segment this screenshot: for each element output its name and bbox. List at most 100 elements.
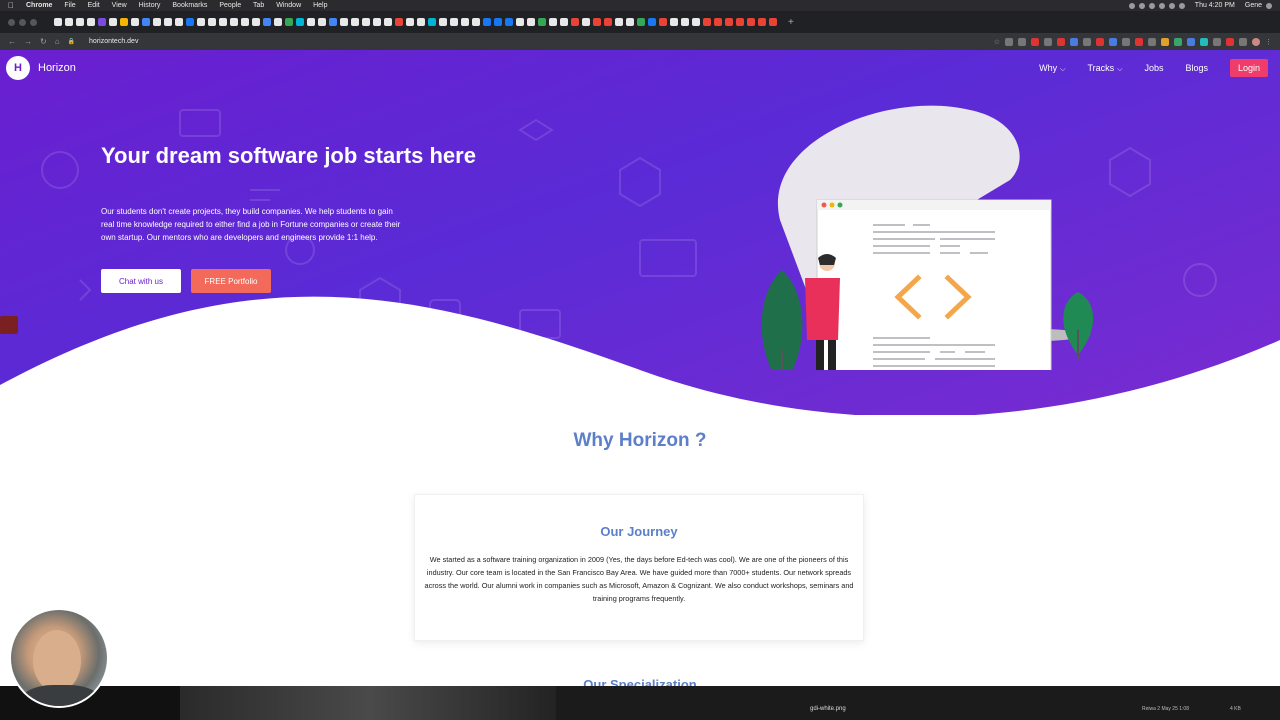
tab-favicon[interactable]: [296, 18, 304, 26]
extension-icon[interactable]: [1161, 37, 1169, 46]
tab-favicon[interactable]: [758, 18, 766, 26]
tab-favicon[interactable]: [54, 18, 62, 26]
extension-icon[interactable]: [1213, 37, 1221, 46]
volume-icon[interactable]: [1178, 2, 1185, 9]
extension-icon[interactable]: [1135, 37, 1143, 46]
menu-bookmarks[interactable]: Bookmarks: [172, 2, 207, 9]
tab-favicon[interactable]: [153, 18, 161, 26]
tab-favicon[interactable]: [329, 18, 337, 26]
extension-icon[interactable]: [1148, 37, 1156, 46]
tab-favicon[interactable]: [604, 18, 612, 26]
tab-favicon[interactable]: [769, 18, 777, 26]
menubar-clock[interactable]: Thu 4:20 PM: [1195, 2, 1235, 9]
login-button[interactable]: Login: [1229, 59, 1268, 77]
menu-file[interactable]: File: [64, 2, 75, 9]
tab-favicon[interactable]: [747, 18, 755, 26]
tab-favicon[interactable]: [637, 18, 645, 26]
menu-edit[interactable]: Edit: [88, 2, 100, 9]
tab-favicon[interactable]: [351, 18, 359, 26]
tab-favicon[interactable]: [461, 18, 469, 26]
extension-icon[interactable]: [1083, 37, 1091, 46]
tab-favicon[interactable]: [87, 18, 95, 26]
extension-icon[interactable]: [1226, 37, 1234, 46]
tab-favicon[interactable]: [307, 18, 315, 26]
tray-icon[interactable]: [1158, 2, 1165, 9]
extension-icon[interactable]: [1070, 37, 1078, 46]
brand-name[interactable]: Horizon: [38, 62, 76, 74]
extension-icon[interactable]: [1057, 37, 1065, 46]
tab-favicon[interactable]: [428, 18, 436, 26]
tab-favicon[interactable]: [252, 18, 260, 26]
extension-icon[interactable]: [1018, 37, 1026, 46]
horizon-logo-icon[interactable]: H: [6, 56, 30, 80]
tab-favicon[interactable]: [131, 18, 139, 26]
extension-icon[interactable]: [1096, 37, 1104, 46]
tab-favicon[interactable]: [241, 18, 249, 26]
extension-icon[interactable]: [1200, 37, 1208, 46]
tab-favicon[interactable]: [450, 18, 458, 26]
tab-favicon[interactable]: [230, 18, 238, 26]
tab-favicon[interactable]: [703, 18, 711, 26]
tray-icon[interactable]: [1138, 2, 1145, 9]
tab-favicon[interactable]: [571, 18, 579, 26]
extension-icon[interactable]: [1044, 37, 1052, 46]
nav-blogs[interactable]: Blogs: [1185, 63, 1208, 73]
extension-icon[interactable]: [1239, 37, 1247, 46]
apple-icon[interactable]: : [8, 1, 16, 10]
menu-history[interactable]: History: [139, 2, 161, 9]
extension-icon[interactable]: [1005, 37, 1013, 46]
tab-favicon[interactable]: [681, 18, 689, 26]
reload-icon[interactable]: ↻: [40, 37, 47, 46]
tab-favicon[interactable]: [439, 18, 447, 26]
tab-favicon[interactable]: [714, 18, 722, 26]
tab-favicon[interactable]: [98, 18, 106, 26]
tab-favicon[interactable]: [109, 18, 117, 26]
wifi-icon[interactable]: [1168, 2, 1175, 9]
bookmark-star-icon[interactable]: ☆: [994, 38, 1000, 46]
tab-favicon[interactable]: [76, 18, 84, 26]
tab-favicon[interactable]: [197, 18, 205, 26]
nav-why[interactable]: Why ⌵: [1039, 63, 1065, 74]
tab-favicon[interactable]: [395, 18, 403, 26]
home-icon[interactable]: ⌂: [55, 37, 60, 46]
tab-favicon[interactable]: [527, 18, 535, 26]
tab-favicon[interactable]: [208, 18, 216, 26]
menu-help[interactable]: Help: [313, 2, 327, 9]
extension-icon[interactable]: [1031, 37, 1039, 46]
tab-favicon[interactable]: [65, 18, 73, 26]
tab-favicon[interactable]: [736, 18, 744, 26]
tab-favicon[interactable]: [120, 18, 128, 26]
nav-jobs[interactable]: Jobs: [1144, 63, 1163, 73]
tab-favicon[interactable]: [593, 18, 601, 26]
lock-icon[interactable]: 🔒: [68, 38, 75, 45]
new-tab-icon[interactable]: +: [788, 17, 794, 28]
menu-people[interactable]: People: [219, 2, 241, 9]
minimize-window-icon[interactable]: [19, 18, 26, 26]
tab-favicon[interactable]: [164, 18, 172, 26]
tab-favicon[interactable]: [626, 18, 634, 26]
tab-favicon[interactable]: [615, 18, 623, 26]
tab-favicon[interactable]: [186, 18, 194, 26]
tab-favicon[interactable]: [505, 18, 513, 26]
menu-app-name[interactable]: Chrome: [26, 2, 52, 9]
tab-favicon[interactable]: [692, 18, 700, 26]
free-portfolio-button[interactable]: FREE Portfolio: [191, 269, 271, 293]
extension-icon[interactable]: [1122, 37, 1130, 46]
tab-favicon[interactable]: [219, 18, 227, 26]
tab-favicon[interactable]: [549, 18, 557, 26]
tab-favicon[interactable]: [659, 18, 667, 26]
tab-favicon[interactable]: [142, 18, 150, 26]
tab-favicon[interactable]: [340, 18, 348, 26]
tray-icon[interactable]: [1148, 2, 1155, 9]
menu-window[interactable]: Window: [276, 2, 301, 9]
extension-icon[interactable]: [1109, 37, 1117, 46]
close-window-icon[interactable]: [8, 18, 15, 26]
tab-favicon[interactable]: [373, 18, 381, 26]
tab-favicon[interactable]: [582, 18, 590, 26]
tab-favicon[interactable]: [318, 18, 326, 26]
forward-icon[interactable]: →: [24, 37, 32, 46]
tab-favicon[interactable]: [406, 18, 414, 26]
tab-favicon[interactable]: [648, 18, 656, 26]
extension-icon[interactable]: [1174, 37, 1182, 46]
chat-with-us-button[interactable]: Chat with us: [101, 269, 181, 293]
